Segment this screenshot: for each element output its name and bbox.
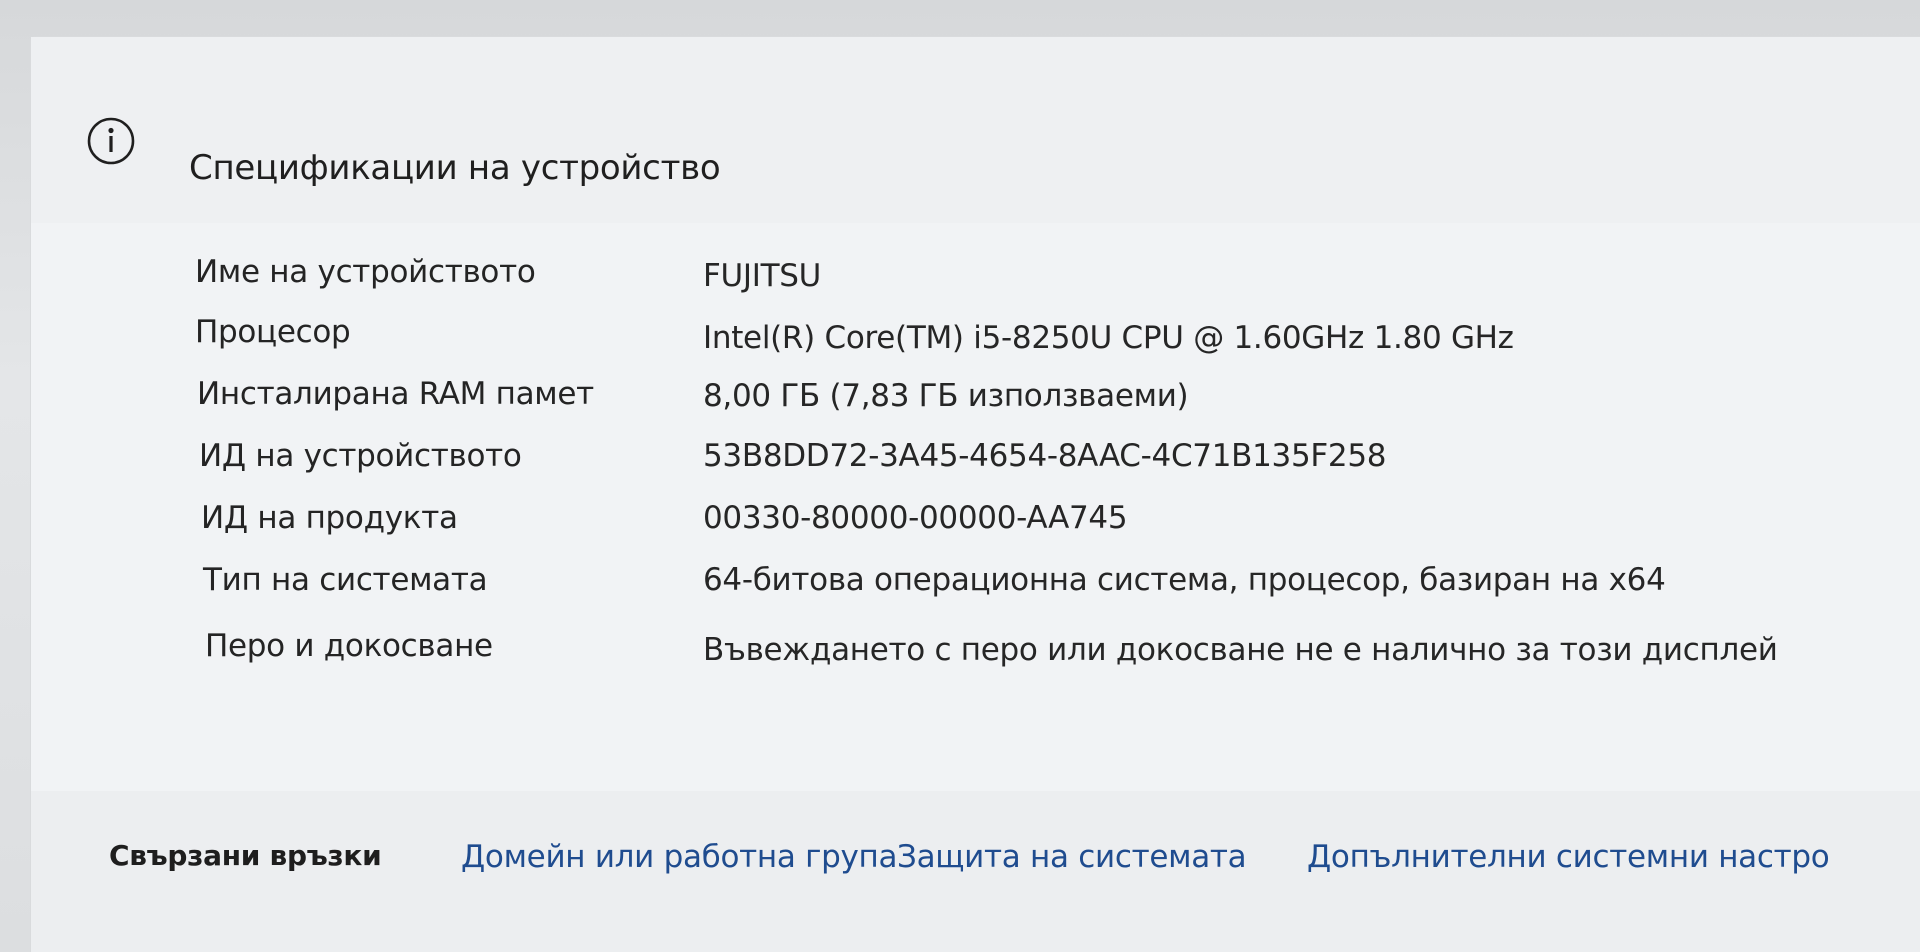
- spec-value[interactable]: Intel(R) Core(TM) i5-8250U CPU @ 1.60GHz…: [703, 323, 1514, 354]
- spec-label: Перо и докосване: [205, 628, 493, 664]
- spec-row-processor: Процесор Intel(R) Core(TM) i5-8250U CPU …: [31, 311, 1920, 361]
- spec-label: Име на устройството: [195, 254, 536, 290]
- spec-label: Процесор: [195, 314, 351, 350]
- spec-label: Инсталирана RAM памет: [197, 376, 594, 412]
- related-links-bar: Свързани връзки Домейн или работна група…: [31, 791, 1920, 952]
- settings-page: Спецификации на устройство Име на устрой…: [0, 0, 1920, 952]
- device-specifications-header[interactable]: Спецификации на устройство: [31, 37, 1920, 225]
- spec-row-pen-touch: Перо и докосване Въвеждането с перо или …: [31, 631, 1920, 701]
- link-advanced-system-settings[interactable]: Допълнителни системни настро: [1307, 839, 1830, 875]
- specs-list: Име на устройството FUJITSU Процесор Int…: [31, 223, 1920, 793]
- spec-row-product-id: ИД на продукта 00330-80000-00000-AA745: [31, 503, 1920, 565]
- spec-row-system-type: Тип на системата 64-битова операционна с…: [31, 565, 1920, 633]
- spec-row-device-id: ИД на устройството 53B8DD72-3A45-4654-8A…: [31, 441, 1920, 497]
- device-specifications-card: Спецификации на устройство Име на устрой…: [30, 36, 1920, 952]
- related-links-heading: Свързани връзки: [109, 839, 382, 872]
- spec-label: ИД на продукта: [201, 500, 458, 536]
- spec-value[interactable]: 64-битова операционна система, процесор,…: [703, 565, 1666, 596]
- link-domain-workgroup[interactable]: Домейн или работна група: [461, 839, 897, 875]
- info-icon: [81, 111, 141, 175]
- spec-row-device-name: Име на устройството FUJITSU: [31, 243, 1920, 293]
- spec-row-ram: Инсталирана RAM памет 8,00 ГБ (7,83 ГБ и…: [31, 379, 1920, 429]
- spec-label: ИД на устройството: [199, 438, 522, 474]
- link-system-protection[interactable]: Защита на системата: [897, 839, 1247, 875]
- section-title: Спецификации на устройство: [189, 148, 721, 188]
- spec-value[interactable]: Въвеждането с перо или докосване не е на…: [703, 635, 1778, 666]
- spec-value[interactable]: 53B8DD72-3A45-4654-8AAC-4C71B135F258: [703, 441, 1387, 472]
- spec-value[interactable]: 8,00 ГБ (7,83 ГБ използваеми): [703, 381, 1189, 412]
- spec-value[interactable]: FUJITSU: [703, 261, 821, 292]
- spec-label: Тип на системата: [203, 562, 488, 598]
- spec-value[interactable]: 00330-80000-00000-AA745: [703, 503, 1128, 534]
